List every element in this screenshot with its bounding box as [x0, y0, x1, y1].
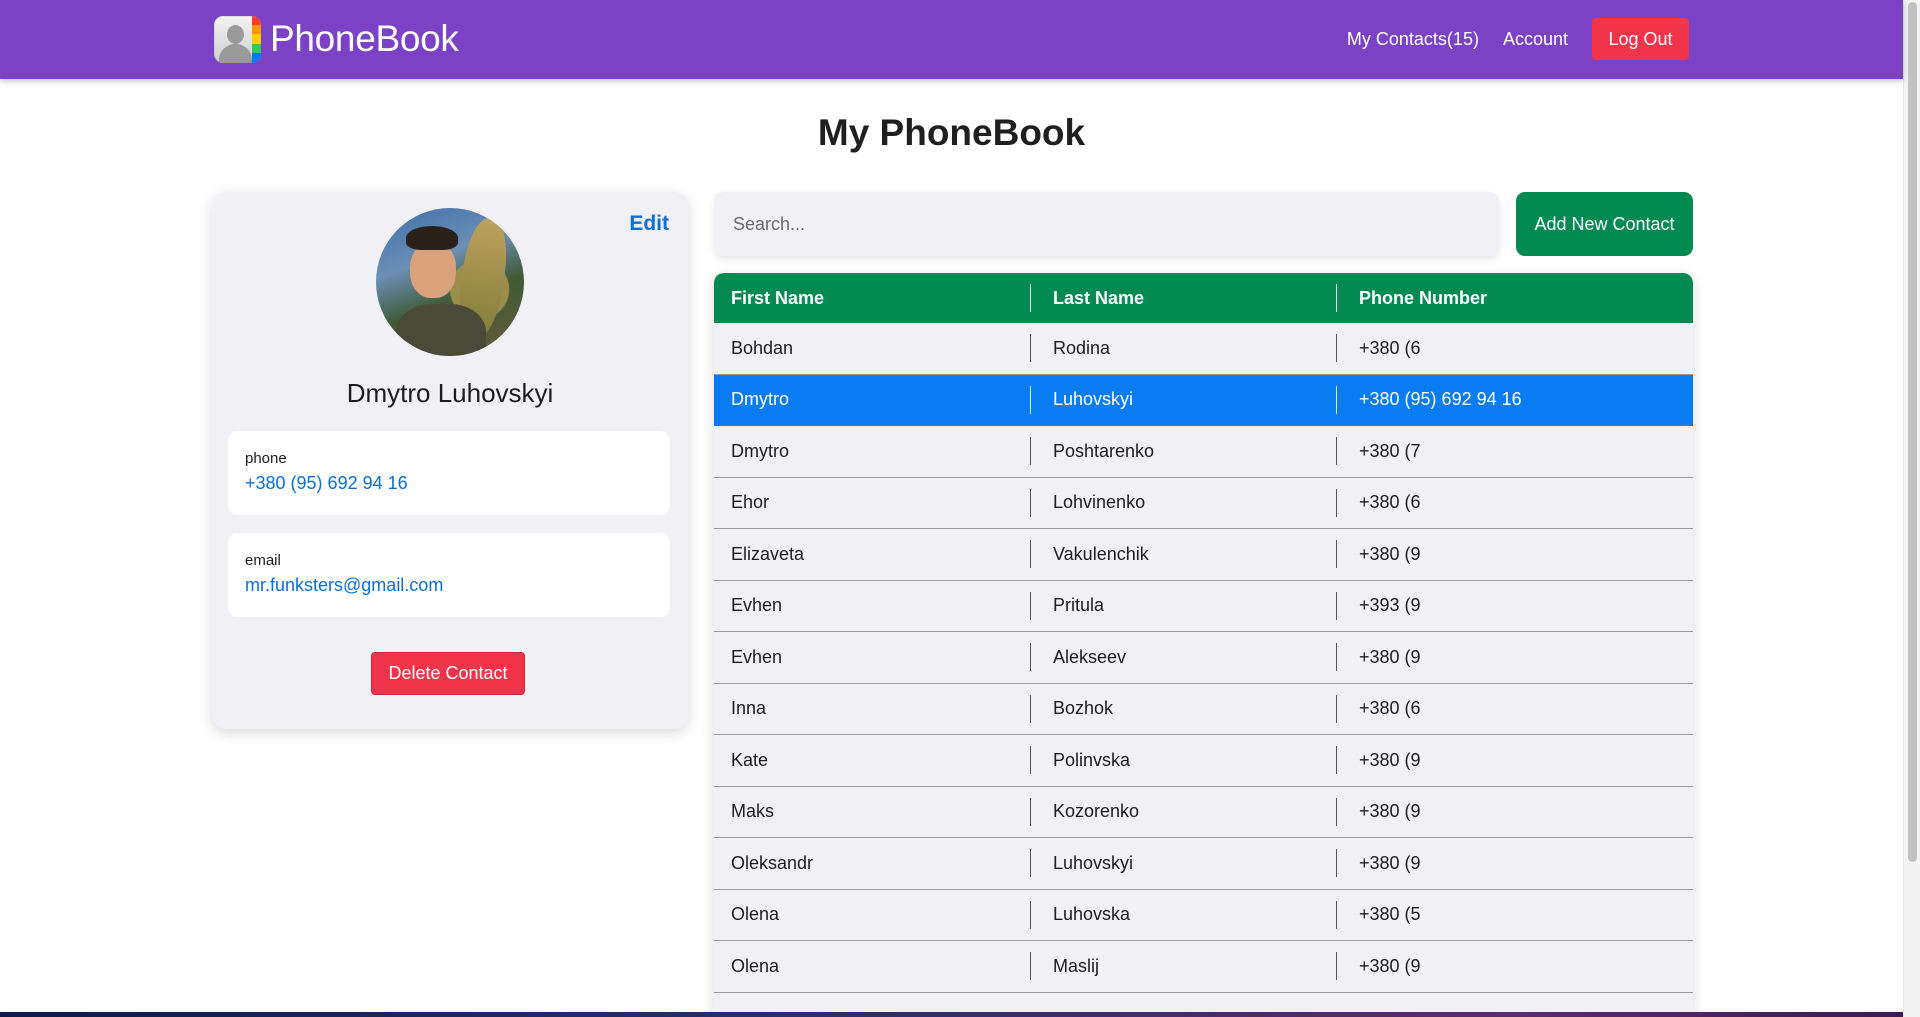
cell-first-name: Kate [731, 749, 769, 770]
avatar [376, 208, 524, 356]
cell-phone: +380 (9 [1359, 838, 1426, 889]
phonebook-logo-icon [214, 15, 261, 63]
phone-text: +380 (9 [1359, 852, 1421, 873]
table-header: First Name Last Name Phone Number [714, 273, 1693, 323]
phone-text: +380 (9 [1359, 646, 1421, 667]
table-row[interactable]: Dmytro Poshtarenko +380 (7 [714, 426, 1693, 478]
page-scrollbar[interactable] [1903, 0, 1920, 1017]
header-last-name[interactable]: Last Name [1053, 273, 1144, 323]
cell-first-name: Bohdan [731, 337, 794, 358]
cell-first-name: Dmytro [731, 440, 789, 461]
cell-first-name: Evhen [731, 595, 783, 616]
contacts-table: First Name Last Name Phone Number Bohdan… [714, 273, 1693, 1017]
table-row[interactable]: Evhen Alekseev +380 (9 [714, 632, 1693, 684]
email-value-link[interactable]: mr.funksters@gmail.com [245, 575, 653, 596]
phone-text: +380 (9 [1359, 955, 1421, 976]
cell-last-name: Rodina [1053, 337, 1111, 358]
cell-first-name: Dmytro [731, 389, 789, 410]
phone-text: +380 (9 [1359, 801, 1421, 822]
table-row[interactable]: Bohdan Rodina +380 (6 [714, 323, 1693, 375]
phone-text: +380 (95) 692 94 16 [1359, 389, 1522, 410]
cell-first-name: Ehor [731, 492, 770, 513]
cell-phone: +380 (6 [1359, 684, 1426, 735]
phone-info-box: phone +380 (95) 692 94 16 [228, 431, 670, 515]
brand-name: PhoneBook [270, 18, 459, 59]
cell-phone: +380 (9 [1359, 787, 1426, 838]
cell-last-name: Polinvska [1053, 749, 1131, 770]
cell-phone: +380 (9 [1359, 735, 1426, 786]
cell-phone: +393 (9 [1359, 581, 1426, 632]
edit-contact-link[interactable]: Edit [629, 212, 669, 236]
table-row[interactable]: Olena Luhovska +380 (5 [714, 889, 1693, 941]
cell-phone: +380 (7 [1359, 426, 1426, 477]
table-row[interactable]: Olena Maslij +380 (9 [714, 941, 1693, 993]
cell-phone: +380 (9 [1359, 632, 1426, 683]
phone-text: +380 (9 [1359, 543, 1421, 564]
table-row[interactable]: Ehor Lohvinenko +380 (6 [714, 477, 1693, 529]
phone-text: +380 (6 [1359, 492, 1421, 513]
header-phone-number[interactable]: Phone Number [1359, 273, 1487, 323]
delete-contact-button[interactable]: Delete Contact [371, 652, 525, 695]
phone-label: phone [245, 450, 287, 467]
contact-name: Dmytro Luhovskyi [346, 378, 554, 408]
nav-links: My Contacts(15) Account Log Out [1347, 18, 1689, 60]
cell-first-name: Inna [731, 698, 767, 719]
cell-last-name: Maslij [1053, 955, 1100, 976]
table-row[interactable]: Elizaveta Vakulenchik +380 (9 [714, 529, 1693, 581]
phone-text: +380 (7 [1359, 440, 1421, 461]
phone-text: +380 (5 [1359, 904, 1421, 925]
brand[interactable]: PhoneBook [214, 15, 459, 63]
cell-last-name: Luhovskyi [1053, 852, 1134, 873]
cell-first-name: Olena [731, 904, 780, 925]
table-row[interactable]: Kate Polinvska +380 (9 [714, 735, 1693, 787]
search-input[interactable] [714, 192, 1499, 256]
cell-phone: +380 (6 [1359, 478, 1426, 529]
table-row[interactable]: Maks Kozorenko +380 (9 [714, 786, 1693, 838]
cell-last-name: Pritula [1053, 595, 1105, 616]
email-info-box: email mr.funksters@gmail.com [228, 533, 670, 617]
nav-account-link[interactable]: Account [1503, 29, 1568, 50]
cell-last-name: Kozorenko [1053, 801, 1140, 822]
page-title: My PhoneBook [817, 112, 1086, 153]
phone-text: +380 (6 [1359, 698, 1421, 719]
cell-last-name: Alekseev [1053, 646, 1127, 667]
cell-first-name: Elizaveta [731, 543, 805, 564]
table-row[interactable]: Inna Bozhok +380 (6 [714, 683, 1693, 735]
email-label: email [245, 552, 281, 569]
cell-last-name: Luhovskyi [1053, 389, 1134, 410]
phone-text: +380 (9 [1359, 749, 1421, 770]
nav-my-contacts-link[interactable]: My Contacts(15) [1347, 29, 1479, 50]
logout-button[interactable]: Log Out [1592, 18, 1689, 60]
table-row[interactable]: Dmytro Luhovskyi +380 (95) 692 94 16 [714, 374, 1693, 426]
cell-phone: +380 (9 [1359, 941, 1426, 992]
header-first-name[interactable]: First Name [731, 273, 824, 323]
cell-last-name: Luhovska [1053, 904, 1131, 925]
cell-first-name: Olena [731, 955, 780, 976]
cell-phone: +380 (6 [1359, 323, 1426, 374]
cell-last-name: Poshtarenko [1053, 440, 1155, 461]
table-row[interactable]: Oleksandr Luhovskyi +380 (9 [714, 838, 1693, 890]
cell-phone: +380 (9 [1359, 529, 1426, 580]
phone-text: +380 (6 [1359, 337, 1421, 358]
cell-last-name: Bozhok [1053, 698, 1114, 719]
contact-detail-card: Edit Dmytro Luhovskyi phone +380 (95) 69… [212, 192, 688, 729]
cell-first-name: Oleksandr [731, 852, 814, 873]
cell-phone: +380 (5 [1359, 890, 1426, 941]
cell-last-name: Vakulenchik [1053, 543, 1149, 564]
cell-first-name: Evhen [731, 646, 783, 667]
table-row[interactable]: Evhen Pritula +393 (9 [714, 580, 1693, 632]
cell-last-name: Lohvinenko [1053, 492, 1146, 513]
cell-phone: +380 (95) 692 94 16 [1359, 375, 1522, 426]
scrollbar-thumb[interactable] [1908, 2, 1917, 862]
bottom-edge [0, 1012, 1903, 1017]
add-new-contact-button[interactable]: Add New Contact [1516, 192, 1693, 256]
phone-text: +393 (9 [1359, 595, 1421, 616]
phone-value-link[interactable]: +380 (95) 692 94 16 [245, 473, 653, 494]
cell-first-name: Maks [731, 801, 775, 822]
navbar: PhoneBook My Contacts(15) Account Log Ou… [0, 0, 1903, 79]
